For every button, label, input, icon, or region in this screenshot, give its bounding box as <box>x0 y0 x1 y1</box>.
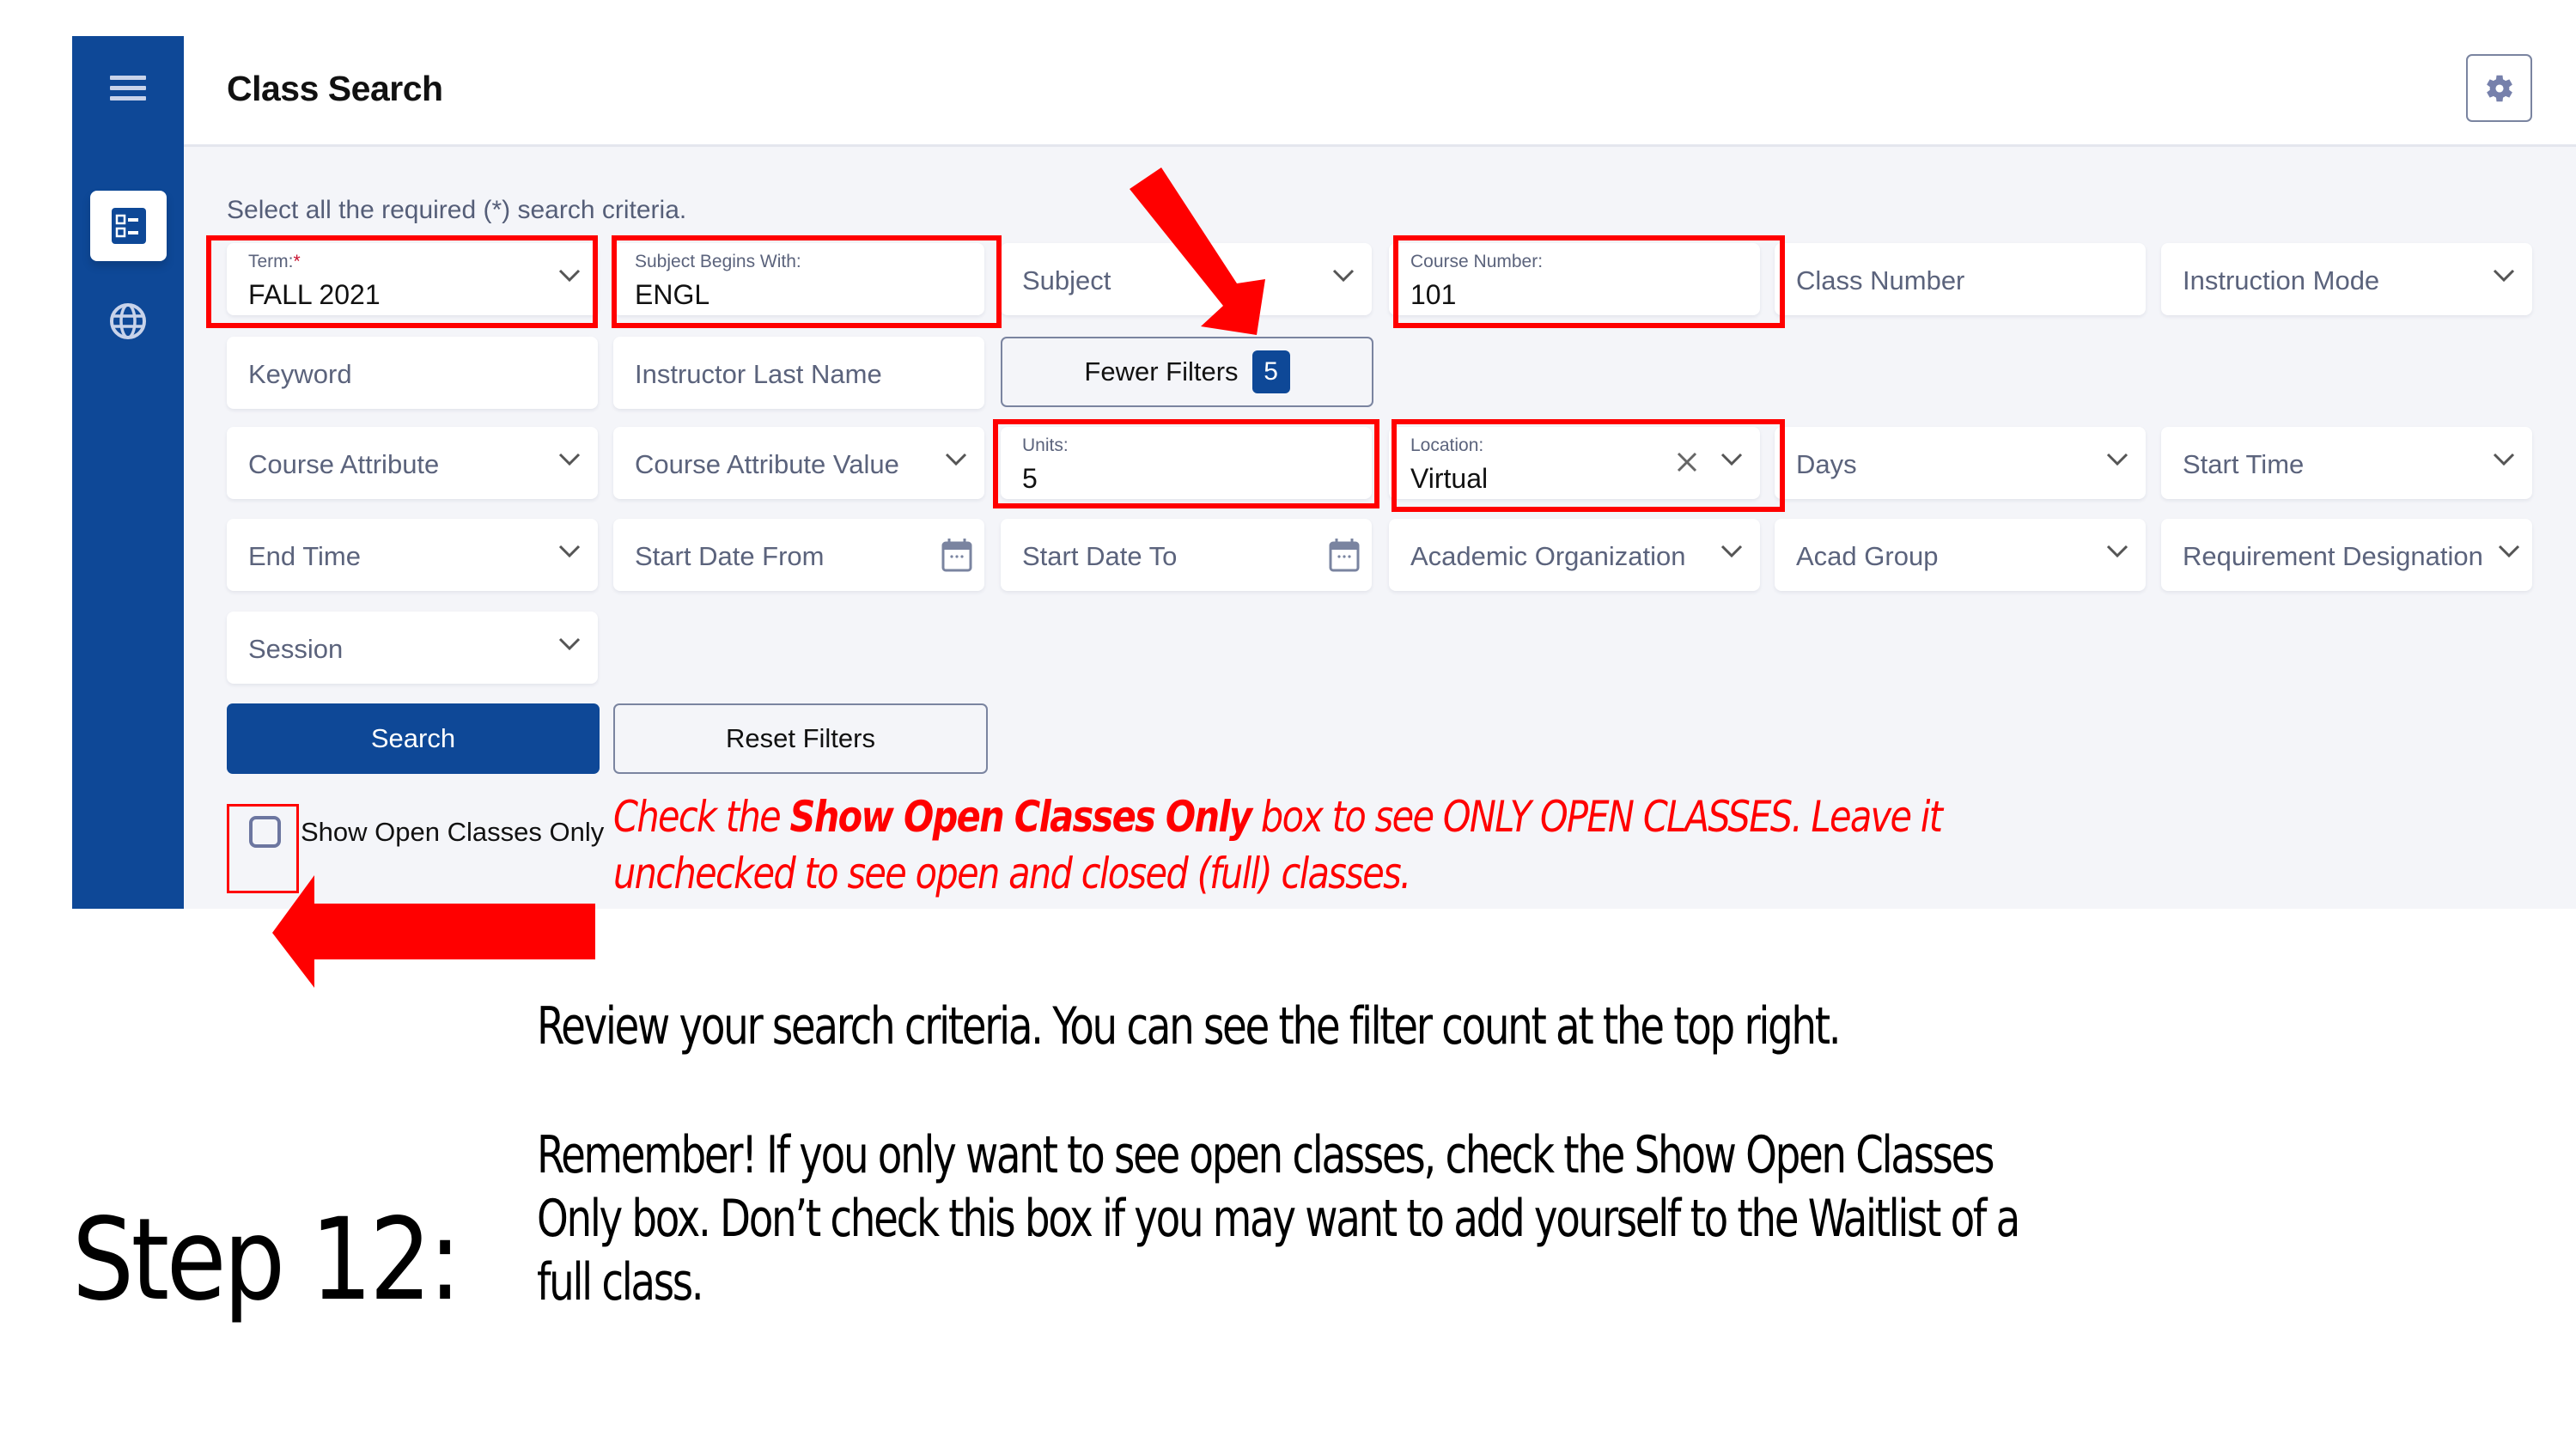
chevron-down-icon <box>2493 453 2515 466</box>
session-placeholder: Session <box>248 634 344 664</box>
units-label: Units: <box>1022 435 1069 455</box>
fewer-filters-label: Fewer Filters <box>1084 356 1239 387</box>
days-select[interactable]: Days <box>1775 427 2146 499</box>
course-attribute-value-placeholder: Course Attribute Value <box>635 449 899 479</box>
sidebar <box>72 36 184 909</box>
chevron-down-icon <box>558 545 581 558</box>
requirement-designation-select[interactable]: Requirement Designation <box>2161 519 2532 591</box>
requirement-designation-placeholder: Requirement Designation <box>2183 541 2483 571</box>
subject-select[interactable]: Subject <box>1001 243 1372 315</box>
start-time-select[interactable]: Start Time <box>2161 427 2532 499</box>
end-time-placeholder: End Time <box>248 541 361 571</box>
chevron-down-icon <box>2498 545 2520 558</box>
location-label: Location: <box>1410 435 1484 455</box>
sidebar-item-language[interactable] <box>109 302 147 340</box>
keyword-field[interactable]: Keyword <box>227 337 598 409</box>
show-open-classes-label[interactable]: Show Open Classes Only <box>301 817 604 848</box>
chevron-down-icon <box>558 453 581 466</box>
subject-begins-with-label: Subject Begins With: <box>635 252 801 271</box>
filter-count-badge: 5 <box>1251 350 1290 393</box>
academic-organization-placeholder: Academic Organization <box>1410 541 1686 571</box>
chevron-down-icon <box>2493 269 2515 283</box>
slide-paragraph-1: Review your search criteria. You can see… <box>537 996 1842 1056</box>
calendar-icon[interactable] <box>941 538 972 572</box>
course-number-field[interactable]: Course Number: 101 <box>1389 243 1760 315</box>
page-header: Class Search <box>184 36 2576 147</box>
instruction-mode-placeholder: Instruction Mode <box>2183 265 2380 295</box>
chevron-down-icon <box>1720 545 1743 558</box>
academic-organization-select[interactable]: Academic Organization <box>1389 519 1760 591</box>
reset-filters-button[interactable]: Reset Filters <box>613 703 988 774</box>
days-placeholder: Days <box>1796 449 1857 479</box>
course-attribute-placeholder: Course Attribute <box>248 449 440 479</box>
checklist-icon <box>111 208 146 244</box>
subject-begins-with-field[interactable]: Subject Begins With: ENGL <box>613 243 984 315</box>
clear-icon[interactable] <box>1676 451 1698 473</box>
fewer-filters-button[interactable]: Fewer Filters 5 <box>1001 337 1373 407</box>
chevron-down-icon <box>945 453 967 466</box>
class-number-field[interactable]: Class Number <box>1775 243 2146 315</box>
term-value: FALL 2021 <box>248 279 381 310</box>
highlight-checkbox <box>227 804 299 893</box>
instructor-last-name-field[interactable]: Instructor Last Name <box>613 337 984 409</box>
course-number-label: Course Number: <box>1410 252 1544 271</box>
settings-button[interactable] <box>2466 54 2532 122</box>
gear-icon <box>2486 75 2512 101</box>
chevron-down-icon <box>2106 453 2128 466</box>
calendar-icon[interactable] <box>1329 538 1360 572</box>
chevron-down-icon <box>1720 453 1743 466</box>
start-date-from-field[interactable]: Start Date From <box>613 519 984 591</box>
acad-group-placeholder: Acad Group <box>1796 541 1939 571</box>
units-field[interactable]: Units: 5 <box>1001 427 1372 499</box>
chevron-down-icon <box>1332 269 1355 283</box>
chevron-down-icon <box>2106 545 2128 558</box>
course-attribute-value-select[interactable]: Course Attribute Value <box>613 427 984 499</box>
annotation-note-line2: unchecked to see open and closed (full) … <box>613 849 1411 898</box>
course-number-value: 101 <box>1410 279 1457 310</box>
keyword-placeholder: Keyword <box>248 359 352 389</box>
session-select[interactable]: Session <box>227 612 598 684</box>
slide-paragraph-2-line1: Remember! If you only want to see open c… <box>537 1125 1995 1185</box>
class-number-placeholder: Class Number <box>1796 265 1965 295</box>
step-label: Step 12: <box>72 1194 461 1326</box>
start-date-to-placeholder: Start Date To <box>1022 541 1178 571</box>
location-select[interactable]: Location: Virtual <box>1389 427 1760 499</box>
start-date-to-field[interactable]: Start Date To <box>1001 519 1372 591</box>
location-value: Virtual <box>1410 463 1489 494</box>
slide-paragraph-2-line2: Only box. Don’t check this box if you ma… <box>537 1189 2020 1249</box>
term-label: Term:* <box>248 252 301 271</box>
term-select[interactable]: Term:* FALL 2021 <box>227 243 598 315</box>
chevron-down-icon <box>558 637 581 651</box>
search-button[interactable]: Search <box>227 703 600 774</box>
start-time-placeholder: Start Time <box>2183 449 2305 479</box>
page-title: Class Search <box>227 69 443 108</box>
slide-paragraph-2-line3: full class. <box>537 1252 704 1312</box>
units-value: 5 <box>1022 463 1038 494</box>
instructor-last-name-placeholder: Instructor Last Name <box>635 359 882 389</box>
subject-begins-with-value: ENGL <box>635 279 710 310</box>
start-date-from-placeholder: Start Date From <box>635 541 825 571</box>
instruction-mode-select[interactable]: Instruction Mode <box>2161 243 2532 315</box>
annotation-note-line1: Check the Show Open Classes Only box to … <box>613 792 1943 842</box>
end-time-select[interactable]: End Time <box>227 519 598 591</box>
chevron-down-icon <box>558 269 581 283</box>
course-attribute-select[interactable]: Course Attribute <box>227 427 598 499</box>
sidebar-item-class-search[interactable] <box>90 191 167 261</box>
hamburger-menu-icon[interactable] <box>110 76 146 101</box>
globe-icon <box>110 303 146 339</box>
subject-placeholder: Subject <box>1022 265 1111 295</box>
acad-group-select[interactable]: Acad Group <box>1775 519 2146 591</box>
instructions-text: Select all the required (*) search crite… <box>227 196 687 224</box>
